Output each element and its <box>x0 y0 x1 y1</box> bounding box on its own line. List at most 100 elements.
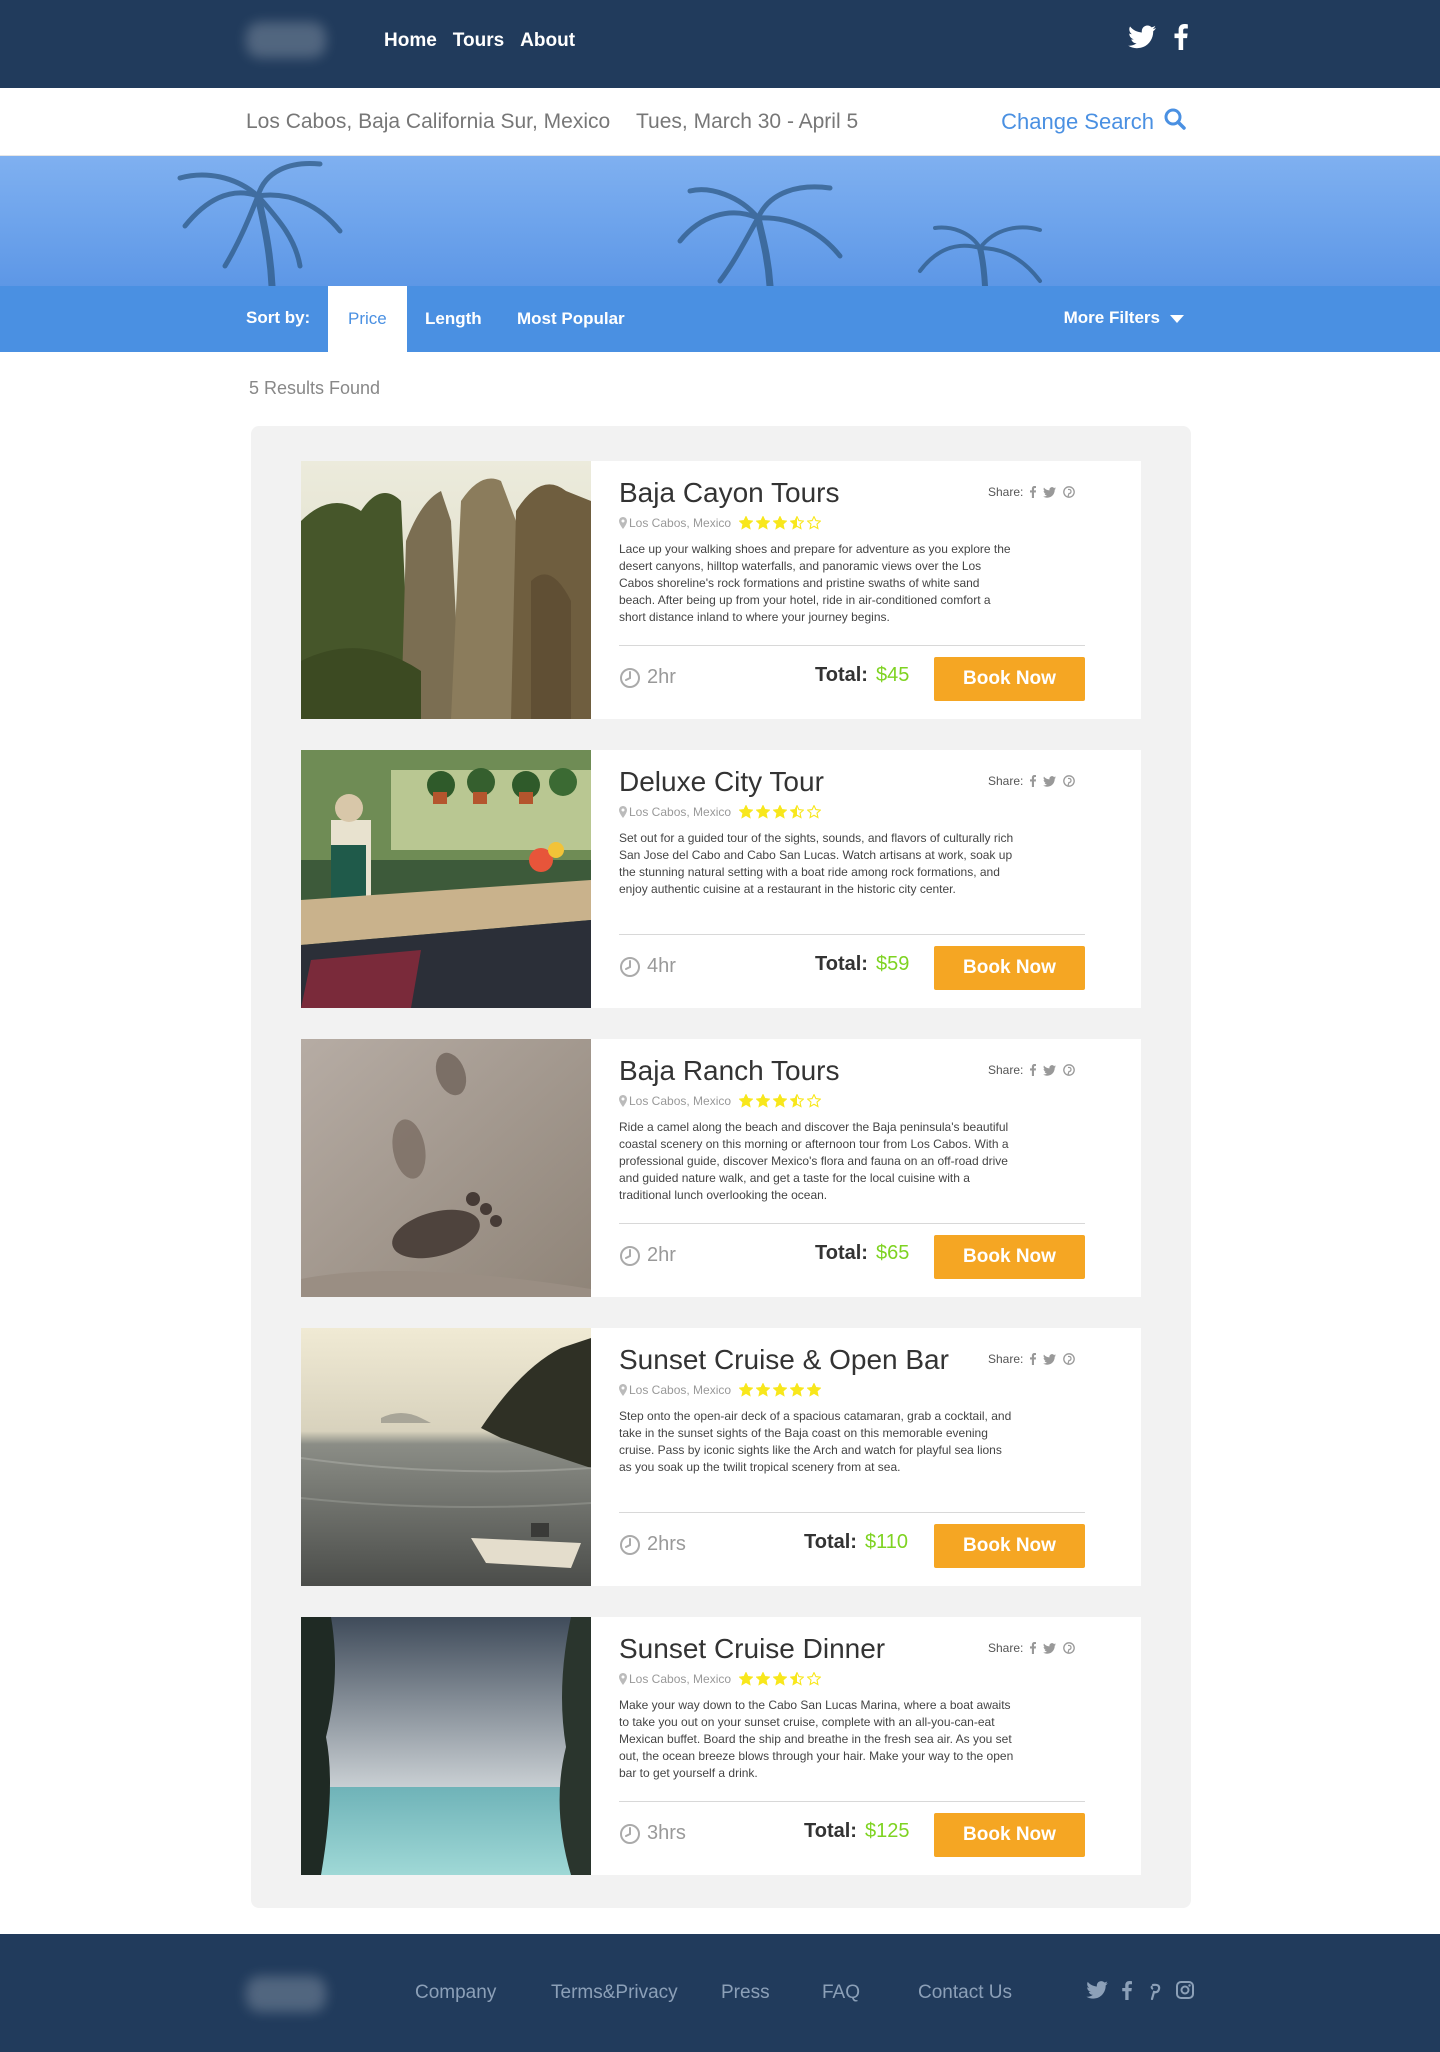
more-filters-label: More Filters <box>1063 308 1160 327</box>
star-full-icon <box>756 1383 771 1397</box>
instagram-icon[interactable] <box>1176 1981 1194 2004</box>
tour-description: Make your way down to the Cabo San Lucas… <box>619 1698 1014 1780</box>
pinterest-icon[interactable] <box>1146 1980 1162 2005</box>
pinterest-icon[interactable] <box>1063 775 1076 787</box>
tour-title[interactable]: Sunset Cruise & Open Bar <box>619 1344 949 1376</box>
nav-link-about[interactable]: About <box>520 30 575 52</box>
map-pin-icon <box>619 1095 627 1107</box>
social-links <box>1128 24 1188 50</box>
sort-tab-price[interactable]: Price <box>328 286 407 352</box>
clock-icon <box>620 1534 640 1555</box>
tour-card: Deluxe City Tour Los Cabos, Mexico Share… <box>301 750 1141 1008</box>
star-half-icon <box>790 805 805 819</box>
tour-total: Total: $110 <box>804 1531 908 1554</box>
facebook-icon[interactable] <box>1030 1064 1037 1076</box>
tour-title[interactable]: Deluxe City Tour <box>619 766 824 798</box>
tour-image-cafe[interactable] <box>301 750 591 1008</box>
footer: Company Terms&Privacy Press FAQ Contact … <box>0 1934 1440 2052</box>
tour-image-footprints[interactable] <box>301 1039 591 1297</box>
tour-duration-text: 2hr <box>647 1244 676 1266</box>
twitter-icon[interactable] <box>1043 486 1057 498</box>
tour-location: Los Cabos, Mexico <box>619 1672 731 1686</box>
twitter-icon[interactable] <box>1086 1981 1108 2004</box>
book-now-button[interactable]: Book Now <box>934 1235 1085 1279</box>
facebook-icon[interactable] <box>1030 1642 1037 1654</box>
pinterest-icon[interactable] <box>1063 1353 1076 1365</box>
star-half-icon <box>790 1672 805 1686</box>
tour-card: Sunset Cruise & Open Bar Los Cabos, Mexi… <box>301 1328 1141 1586</box>
twitter-icon[interactable] <box>1043 775 1057 787</box>
more-filters-dropdown[interactable]: More Filters <box>1064 308 1184 328</box>
search-dates: Tues, March 30 - April 5 <box>636 110 859 133</box>
star-full-icon <box>756 1094 771 1108</box>
nav-link-tours[interactable]: Tours <box>453 30 504 52</box>
tour-duration: 2hrs <box>619 1533 686 1556</box>
tour-location: Los Cabos, Mexico <box>619 1094 731 1108</box>
book-now-button[interactable]: Book Now <box>934 1524 1085 1568</box>
tour-card: Baja Cayon Tours Los Cabos, Mexico Share… <box>301 461 1141 719</box>
tour-title[interactable]: Sunset Cruise Dinner <box>619 1633 885 1665</box>
star-empty-icon <box>807 1094 822 1108</box>
facebook-icon[interactable] <box>1030 1353 1037 1365</box>
share-links: Share: <box>988 1352 1076 1366</box>
footer-link-company[interactable]: Company <box>415 1982 496 2004</box>
book-now-button[interactable]: Book Now <box>934 946 1085 990</box>
twitter-icon[interactable] <box>1043 1642 1057 1654</box>
tour-meta: Los Cabos, Mexico <box>619 1383 822 1397</box>
tour-location-text: Los Cabos, Mexico <box>629 1672 732 1686</box>
star-rating <box>739 1094 822 1108</box>
footer-link-terms-privacy[interactable]: Terms&Privacy <box>551 1982 678 2004</box>
tour-duration: 2hr <box>619 666 676 689</box>
star-full-icon <box>773 1094 788 1108</box>
tour-image-sea-boat[interactable] <box>301 1328 591 1586</box>
star-empty-icon <box>807 1672 822 1686</box>
tour-image-lagoon[interactable] <box>301 1617 591 1875</box>
star-full-icon <box>790 1383 805 1397</box>
twitter-icon[interactable] <box>1043 1353 1057 1365</box>
book-now-button[interactable]: Book Now <box>934 657 1085 701</box>
main-nav: Home Tours About <box>384 30 575 52</box>
star-full-icon <box>739 516 754 530</box>
tour-price: $125 <box>864 1820 910 1842</box>
facebook-icon[interactable] <box>1174 24 1188 50</box>
tour-card: Baja Ranch Tours Los Cabos, Mexico Share… <box>301 1039 1141 1297</box>
footer-link-faq[interactable]: FAQ <box>822 1982 860 2004</box>
tour-description: Set out for a guided tour of the sights,… <box>619 831 1014 896</box>
tour-location-text: Los Cabos, Mexico <box>629 1094 732 1108</box>
book-now-button[interactable]: Book Now <box>934 1813 1085 1857</box>
facebook-icon[interactable] <box>1030 486 1037 498</box>
star-empty-icon <box>807 516 822 530</box>
nav-link-home[interactable]: Home <box>384 30 437 52</box>
search-summary-bar: Los Cabos, Baja California Sur, Mexico T… <box>0 88 1440 156</box>
star-full-icon <box>739 1094 754 1108</box>
change-search-button[interactable]: Change Search <box>1001 108 1186 136</box>
tour-title[interactable]: Baja Ranch Tours <box>619 1055 840 1087</box>
footer-link-press[interactable]: Press <box>721 1982 770 2004</box>
tour-meta: Los Cabos, Mexico <box>619 1672 822 1686</box>
tour-image-canyon[interactable] <box>301 461 591 719</box>
card-divider <box>619 1801 1085 1802</box>
star-full-icon <box>756 805 771 819</box>
twitter-icon[interactable] <box>1043 1064 1057 1076</box>
pinterest-icon[interactable] <box>1063 1642 1076 1654</box>
pinterest-icon[interactable] <box>1063 1064 1076 1076</box>
sort-tab-length[interactable]: Length <box>405 286 502 352</box>
total-label: Total: <box>804 1531 857 1553</box>
tour-price: $110 <box>864 1531 908 1553</box>
search-icon <box>1164 108 1186 136</box>
facebook-icon[interactable] <box>1122 1980 1132 2005</box>
sort-tab-most-popular[interactable]: Most Popular <box>497 286 645 352</box>
star-half-icon <box>790 516 805 530</box>
tour-description: Lace up your walking shoes and prepare f… <box>619 542 1011 624</box>
footer-logo[interactable] <box>246 1976 326 2012</box>
facebook-icon[interactable] <box>1030 775 1037 787</box>
pinterest-icon[interactable] <box>1063 486 1076 498</box>
twitter-icon[interactable] <box>1128 25 1156 49</box>
map-pin-icon <box>619 1384 627 1396</box>
footer-link-contact-us[interactable]: Contact Us <box>918 1982 1012 2004</box>
tour-title[interactable]: Baja Cayon Tours <box>619 477 840 509</box>
share-links: Share: <box>988 1641 1076 1655</box>
logo[interactable] <box>246 22 326 58</box>
total-label: Total: <box>815 664 868 686</box>
tour-duration-text: 2hr <box>647 666 676 688</box>
